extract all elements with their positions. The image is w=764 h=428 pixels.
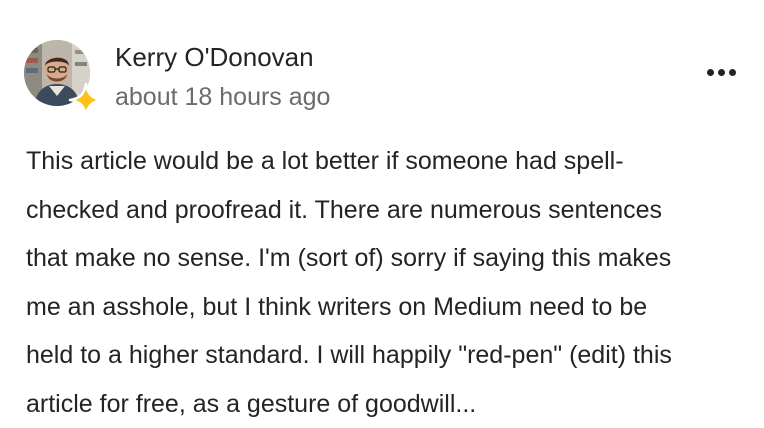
more-horizontal-icon: [718, 69, 725, 76]
comment-body-line: held to a higher standard. I will happil…: [26, 331, 756, 380]
comment-body-line: that make no sense. I'm (sort of) sorry …: [26, 234, 756, 283]
more-horizontal-icon: [707, 69, 714, 76]
author-avatar-group[interactable]: [24, 40, 104, 120]
comment-card: Kerry O'Donovan about 18 hours ago This …: [0, 0, 764, 422]
comment-body-line: This article would be a lot better if so…: [26, 137, 756, 186]
member-star-icon: [68, 82, 104, 118]
comment-body: This article would be a lot better if so…: [26, 137, 756, 428]
sparkle-star-icon: [68, 82, 104, 118]
more-options-button[interactable]: [699, 58, 743, 86]
comment-timestamp[interactable]: about 18 hours ago: [115, 80, 330, 114]
comment-body-line: article for free, as a gesture of goodwi…: [26, 380, 756, 428]
comment-body-line: checked and proofread it. There are nume…: [26, 186, 756, 235]
comment-body-line: me an asshole, but I think writers on Me…: [26, 283, 756, 332]
author-name[interactable]: Kerry O'Donovan: [115, 40, 314, 74]
more-horizontal-icon: [729, 69, 736, 76]
